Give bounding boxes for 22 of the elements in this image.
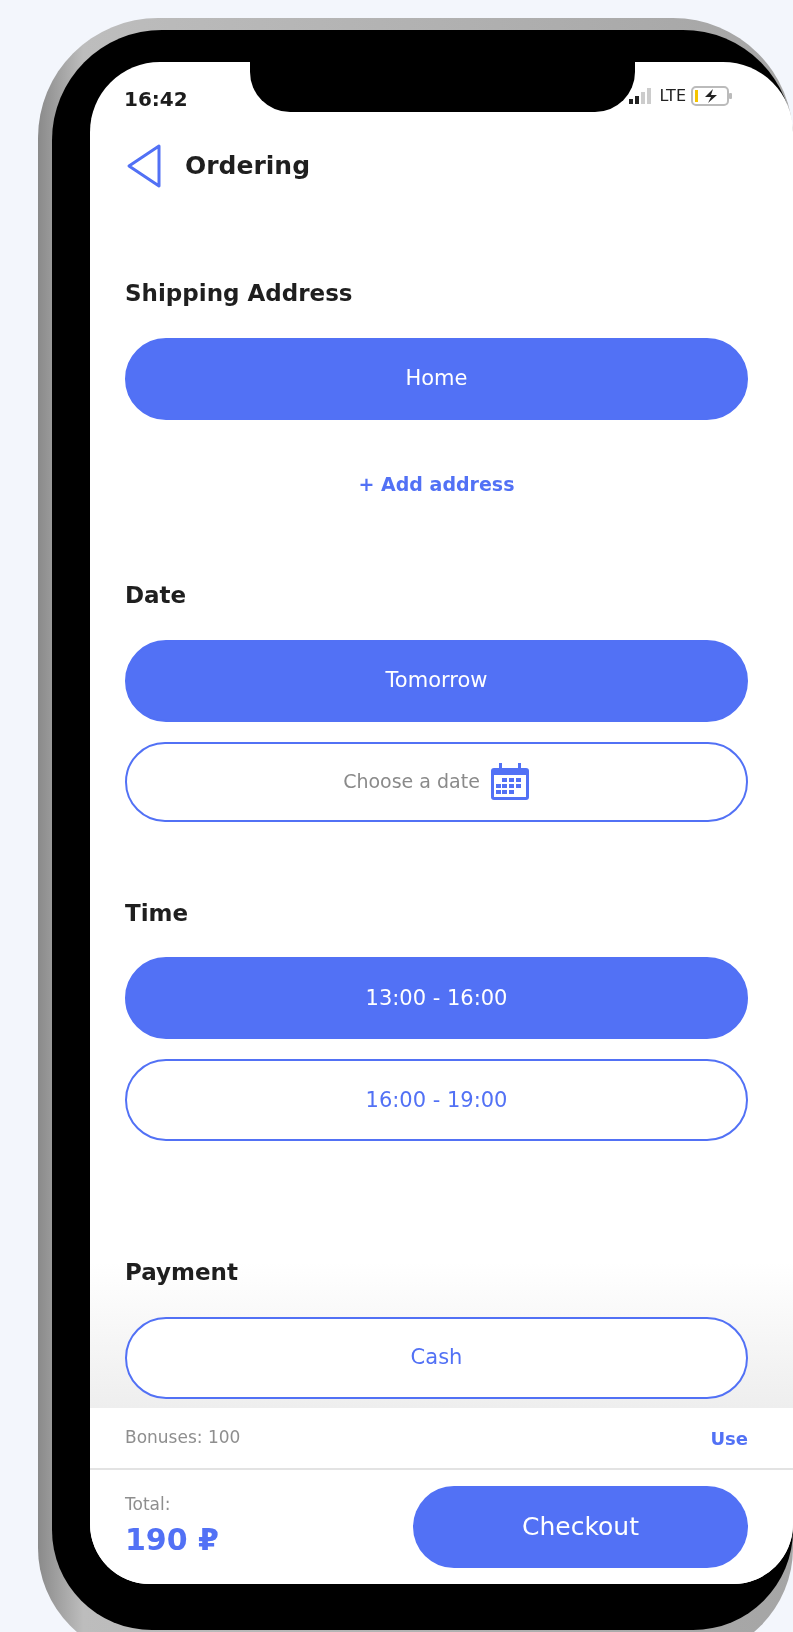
option-button[interactable]: Cash: [125, 1316, 748, 1399]
option-button[interactable]: 16:00 - 19:00: [125, 1059, 748, 1142]
battery-charging-icon: [691, 86, 733, 106]
selected-option-button[interactable]: Tomorrow: [125, 639, 748, 722]
section-heading: Payment: [125, 1259, 239, 1287]
section-heading: Date: [125, 582, 188, 610]
use-bonuses-link[interactable]: Use: [710, 1424, 748, 1452]
add-address-link[interactable]: + Add address: [358, 472, 515, 495]
section-heading: Shipping Address: [125, 280, 354, 308]
selected-option-button[interactable]: Home: [125, 337, 748, 420]
checkout-button[interactable]: Checkout: [413, 1486, 748, 1568]
date-picker-button[interactable]: Choose a date: [125, 741, 748, 822]
section-heading: Time: [125, 899, 190, 928]
page-title: Ordering: [185, 150, 311, 183]
total-amount: 190 ₽: [125, 1521, 219, 1560]
status-time: 16:42: [124, 86, 188, 113]
back-icon[interactable]: [125, 143, 163, 189]
total-label: Total:: [125, 1492, 172, 1516]
selected-option-button[interactable]: 13:00 - 16:00: [125, 957, 748, 1040]
calendar-icon: [489, 762, 530, 801]
bonuses-label: Bonuses: 100: [125, 1426, 241, 1450]
network-label: LTE: [659, 85, 686, 107]
